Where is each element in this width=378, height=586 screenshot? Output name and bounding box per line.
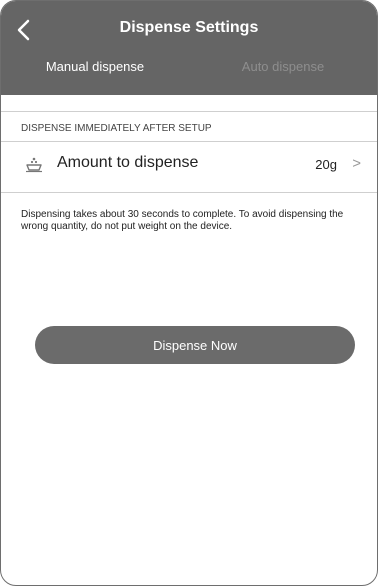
dispense-now-button[interactable]: Dispense Now <box>35 326 355 364</box>
app-window: Dispense Settings Manual dispense Auto d… <box>0 0 378 586</box>
section-label: DISPENSE IMMEDIATELY AFTER SETUP <box>21 123 212 134</box>
chevron-right-icon: > <box>352 155 361 172</box>
amount-label: Amount to dispense <box>57 154 199 171</box>
header-bar: Dispense Settings Manual dispense Auto d… <box>1 1 377 95</box>
page-title: Dispense Settings <box>119 19 259 36</box>
amount-to-dispense-row[interactable]: Amount to dispense 20g > <box>1 141 377 191</box>
dispense-note: Dispensing takes about 30 seconds to com… <box>21 209 344 232</box>
divider <box>1 192 377 193</box>
food-bowl-icon <box>26 157 42 173</box>
tab-auto-dispense[interactable]: Auto dispense <box>189 59 377 74</box>
divider <box>1 111 377 112</box>
amount-value: 20g <box>315 157 337 172</box>
tab-manual-dispense[interactable]: Manual dispense <box>1 59 189 74</box>
tab-bar: Manual dispense Auto dispense <box>1 59 377 83</box>
